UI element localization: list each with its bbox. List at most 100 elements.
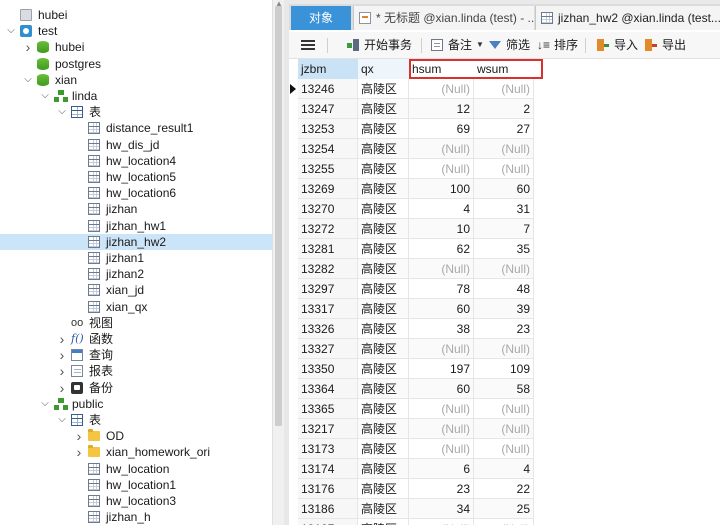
tree-item[interactable]: › 报表 [0,363,272,379]
cell-wsum[interactable]: (Null) [474,159,534,179]
row-selector[interactable] [289,279,298,299]
tree-item[interactable]: hw_dis_jd [0,137,272,153]
cell-jzbm[interactable]: 13365 [298,399,358,419]
cell-jzbm[interactable]: 13187 [298,519,358,525]
tree-item[interactable]: › 备份 [0,380,272,396]
chevron-right-icon[interactable]: › [57,347,67,363]
cell-jzbm[interactable]: 13176 [298,479,358,499]
chevron-right-icon[interactable]: › [57,380,67,396]
cell-jzbm[interactable]: 13246 [298,79,358,99]
cell-qx[interactable]: 高陵区 [358,179,409,199]
cell-jzbm[interactable]: 13186 [298,499,358,519]
table-row[interactable]: 13281 高陵区 62 35 [289,239,534,259]
filter-button[interactable]: 筛选 [489,36,531,54]
cell-qx[interactable]: 高陵区 [358,439,409,459]
chevron-down-icon[interactable]: ⌵ [57,104,67,120]
cell-qx[interactable]: 高陵区 [358,279,409,299]
table-row[interactable]: 13176 高陵区 23 22 [289,479,534,499]
row-selector[interactable] [289,299,298,319]
cell-qx[interactable]: 高陵区 [358,259,409,279]
tree-item[interactable]: ⌵ linda [0,88,272,104]
tree-item[interactable]: hw_location1 [0,477,272,493]
table-row[interactable]: 13187高陵区(Null)(Null) [289,519,534,525]
row-selector[interactable] [289,359,298,379]
tree-item[interactable]: ⌵ public [0,396,272,412]
table-row[interactable]: 13365 高陵区 (Null) (Null) [289,399,534,419]
row-selector[interactable] [289,319,298,339]
tree-item[interactable]: jizhan_hw2 [0,233,272,250]
cell-jzbm[interactable]: 13281 [298,239,358,259]
column-header-qx[interactable]: qx [358,59,409,79]
cell-jzbm[interactable]: 13254 [298,139,358,159]
cell-hsum[interactable]: (Null) [409,159,474,179]
cell-qx[interactable]: 高陵区 [358,99,409,119]
cell-jzbm[interactable]: 13217 [298,419,358,439]
chevron-down-icon[interactable]: ⌵ [57,412,67,428]
tree-item[interactable]: › f() 函数 [0,331,272,347]
data-grid[interactable]: jzbm qx hsum wsum 13246 高陵区 (Null) (Null) 13… [289,59,720,525]
chevron-right-icon[interactable]: › [74,444,84,460]
row-selector[interactable] [289,479,298,499]
tree-item[interactable]: xian_jd [0,282,272,298]
table-row[interactable]: 13282 高陵区 (Null) (Null) [289,259,534,279]
table-row[interactable]: 13254 高陵区 (Null) (Null) [289,139,534,159]
table-row[interactable]: 13350 高陵区 197 109 [289,359,534,379]
tree-item[interactable]: xian_qx [0,299,272,315]
cell-qx[interactable]: 高陵区 [358,399,409,419]
cell-qx[interactable]: 高陵区 [358,119,409,139]
cell-jzbm[interactable]: 13350 [298,359,358,379]
cell-wsum[interactable]: (Null) [474,79,534,99]
tree-item[interactable]: hubei [0,7,272,23]
cell-jzbm[interactable]: 13255 [298,159,358,179]
cell-qx[interactable]: 高陵区 [358,459,409,479]
cell-jzbm[interactable]: 13326 [298,319,358,339]
tree-item[interactable]: postgres [0,56,272,72]
cell-hsum[interactable]: (Null) [409,79,474,99]
tree-item[interactable]: hw_location4 [0,153,272,169]
cell-qx[interactable]: 高陵区 [358,159,409,179]
table-row[interactable]: 13247 高陵区 12 2 [289,99,534,119]
row-selector[interactable] [289,239,298,259]
tree-item[interactable]: oo 视图 [0,315,272,331]
row-selector[interactable] [289,459,298,479]
cell-wsum[interactable]: (Null) [474,399,534,419]
cell-wsum[interactable]: (Null) [474,139,534,159]
tab-untitled-query[interactable]: * 无标题 @xian.linda (test) - ... [353,6,534,30]
row-selector[interactable] [289,99,298,119]
cell-wsum[interactable]: (Null) [474,519,534,525]
cell-jzbm[interactable]: 13327 [298,339,358,359]
row-selector[interactable] [289,79,298,99]
tree-item[interactable]: distance_result1 [0,120,272,136]
chevron-right-icon[interactable]: › [23,39,33,55]
tree-item[interactable]: hw_location5 [0,169,272,185]
cell-hsum[interactable]: 4 [409,199,474,219]
row-selector[interactable] [289,139,298,159]
cell-hsum[interactable]: (Null) [409,519,474,525]
tree-item[interactable]: › hubei [0,39,272,55]
row-selector[interactable] [289,219,298,239]
cell-wsum[interactable]: 31 [474,199,534,219]
row-selector[interactable] [289,419,298,439]
cell-wsum[interactable]: (Null) [474,339,534,359]
tree-item[interactable]: jizhan_h [0,509,272,525]
cell-hsum[interactable]: 197 [409,359,474,379]
note-dropdown-icon[interactable]: ▼ [476,36,484,54]
cell-wsum[interactable]: 35 [474,239,534,259]
cell-wsum[interactable]: 2 [474,99,534,119]
tree-item[interactable]: ⌵ test [0,23,272,39]
export-button[interactable]: 导出 [645,36,687,54]
cell-qx[interactable]: 高陵区 [358,499,409,519]
cell-hsum[interactable]: 62 [409,239,474,259]
tree-item[interactable]: › OD [0,428,272,444]
cell-hsum[interactable]: 38 [409,319,474,339]
table-row[interactable]: 13186 高陵区 34 25 [289,499,534,519]
table-row[interactable]: 13272 高陵区 10 7 [289,219,534,239]
chevron-right-icon[interactable]: › [74,428,84,444]
tree-item[interactable]: ⌵ xian [0,72,272,88]
tree-item[interactable]: jizhan2 [0,266,272,282]
column-header-jzbm[interactable]: jzbm [298,59,358,79]
cell-hsum[interactable]: (Null) [409,419,474,439]
cell-jzbm[interactable]: 13174 [298,459,358,479]
row-selector[interactable] [289,339,298,359]
cell-wsum[interactable]: 48 [474,279,534,299]
